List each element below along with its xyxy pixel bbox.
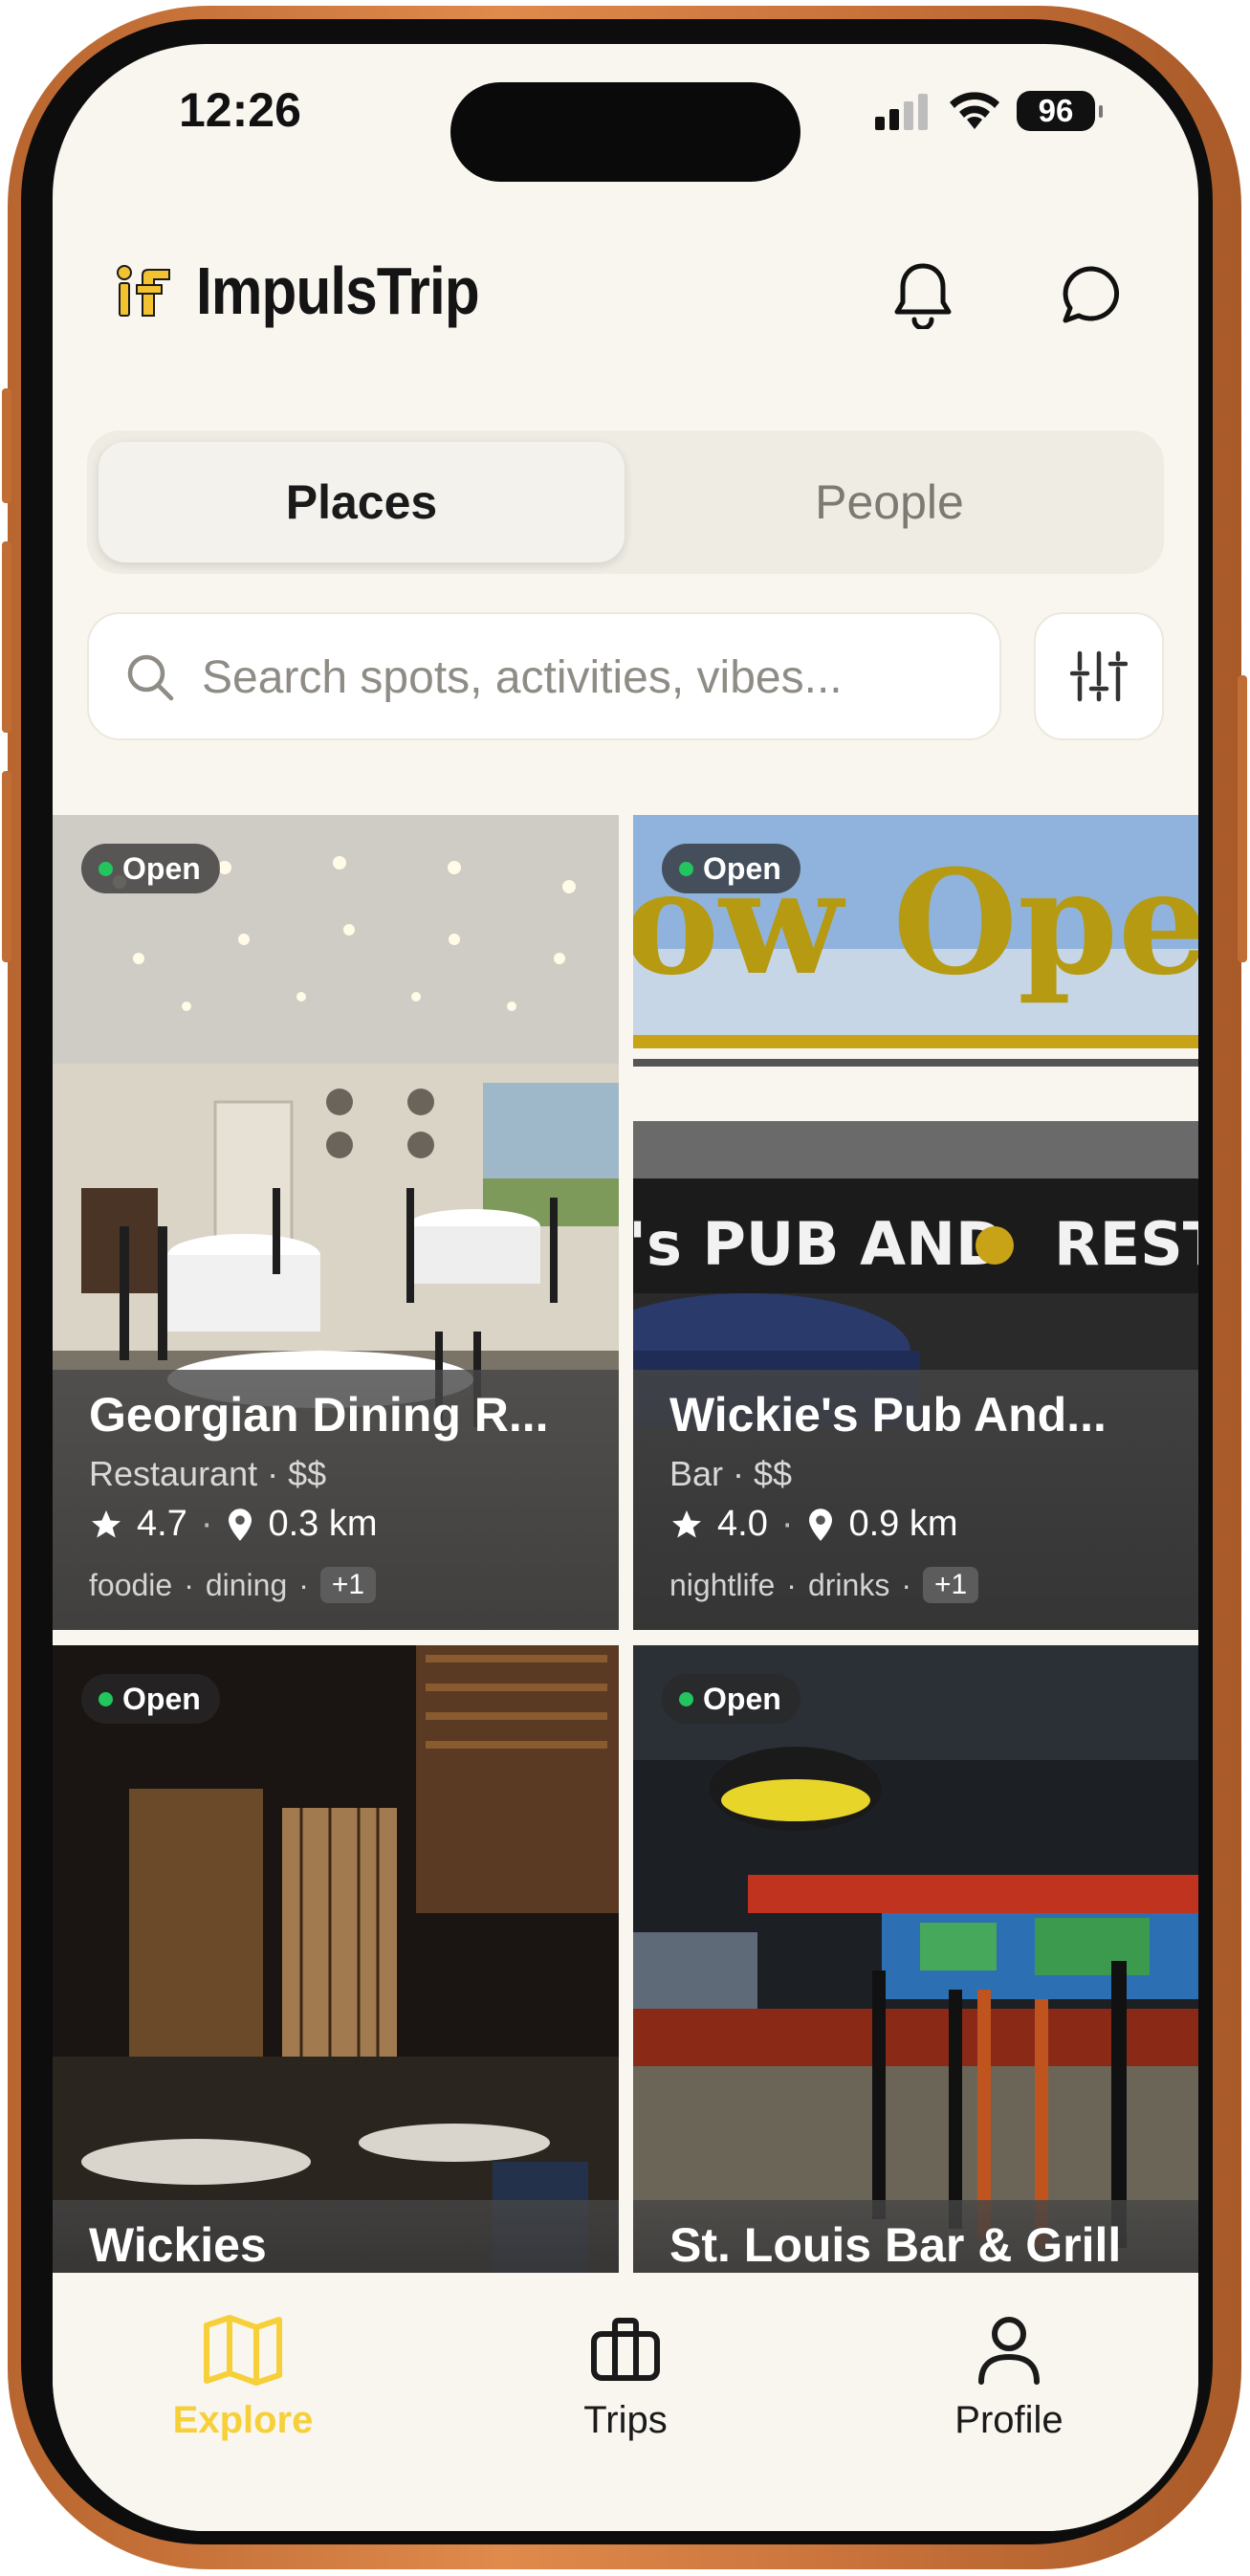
open-dot-icon	[679, 1691, 693, 1706]
tab-profile[interactable]: Profile	[866, 2307, 1152, 2442]
place-meta: 4.7 · 0.3 km	[89, 1504, 378, 1545]
place-name: Wickie's Pub And...	[669, 1388, 1107, 1442]
tab-places[interactable]: Places	[99, 442, 625, 562]
places-people-toggle: Places People	[87, 430, 1164, 574]
open-status-badge: Open	[81, 1674, 220, 1724]
open-status-badge: Open	[662, 1674, 800, 1724]
side-button	[1238, 675, 1247, 962]
bell-icon	[894, 263, 952, 329]
separator-dot: ·	[780, 1504, 794, 1544]
dynamic-island	[450, 82, 800, 182]
svg-text:'s PUB AND: 's PUB AND	[633, 1209, 1004, 1279]
notifications-button[interactable]	[885, 256, 961, 333]
tag: dining	[205, 1567, 288, 1602]
status-text: Open	[703, 1681, 781, 1716]
place-distance: 0.9 km	[848, 1504, 958, 1544]
search-icon	[127, 654, 174, 701]
open-dot-icon	[99, 861, 113, 876]
status-text: Open	[122, 1681, 201, 1716]
search-input[interactable]	[200, 643, 969, 712]
search-bar	[87, 612, 1001, 740]
svg-text:REST: REST	[1054, 1209, 1198, 1279]
open-dot-icon	[679, 861, 693, 876]
tag: nightlife	[669, 1567, 776, 1602]
status-text: Open	[122, 850, 201, 886]
battery-indicator: 96	[1017, 91, 1103, 131]
status-text: Open	[703, 850, 781, 886]
place-name: Georgian Dining R...	[89, 1388, 549, 1442]
open-dot-icon	[99, 1691, 113, 1706]
place-price: $$	[288, 1454, 327, 1493]
side-button	[2, 771, 11, 962]
place-card[interactable]: ow Ope 's PUB AND REST Open Wickie's Pub…	[633, 815, 1198, 1630]
place-distance: 0.3 km	[268, 1504, 378, 1544]
more-tags-badge: +1	[319, 1567, 377, 1603]
location-pin-icon	[229, 1508, 252, 1541]
place-photo	[633, 1645, 1198, 2280]
place-photo	[53, 1645, 619, 2280]
card-info-overlay: Wickies	[53, 2200, 619, 2280]
sliders-icon	[1070, 650, 1128, 702]
screen: 12:26 96 ImpulsTrip Places People Search…	[53, 44, 1198, 2531]
battery-level: 96	[1038, 93, 1074, 128]
open-status-badge: Open	[81, 844, 220, 893]
open-status-badge: Open	[662, 844, 800, 893]
place-tags: nightlife · drinks · +1	[669, 1567, 979, 1603]
place-card[interactable]: Open Georgian Dining R... Restaurant · $…	[53, 815, 619, 1630]
tag: drinks	[807, 1567, 890, 1602]
app-title: ImpulsTrip	[196, 253, 480, 328]
place-name: St. Louis Bar & Grill	[669, 2218, 1122, 2272]
star-icon	[92, 1509, 121, 1537]
chat-bubble-icon	[1063, 266, 1120, 323]
tab-explore[interactable]: Explore	[99, 2307, 386, 2442]
card-info-overlay: St. Louis Bar & Grill	[633, 2200, 1198, 2280]
more-tags-badge: +1	[922, 1567, 979, 1603]
card-info-overlay: Wickie's Pub And... Bar · $$ 4.0 · 0.9 k…	[633, 1370, 1198, 1630]
briefcase-icon	[591, 2318, 660, 2381]
cellular-signal-icon	[875, 94, 928, 130]
tag: foodie	[89, 1567, 173, 1602]
tab-people-label: People	[815, 475, 964, 529]
location-pin-icon	[809, 1508, 833, 1541]
separator-dot: ·	[200, 1504, 213, 1544]
star-icon	[672, 1509, 701, 1537]
tab-people[interactable]: People	[626, 442, 1152, 562]
side-button	[2, 541, 11, 733]
tab-trips-label: Trips	[583, 2399, 668, 2441]
place-category-price: Restaurant · $$	[89, 1454, 327, 1493]
place-price: $$	[754, 1454, 793, 1493]
map-icon	[204, 2315, 282, 2386]
place-meta: 4.0 · 0.9 km	[669, 1504, 958, 1545]
place-rating: 4.0	[717, 1504, 768, 1544]
status-icons: 96	[875, 88, 1103, 134]
logo-icon	[117, 265, 170, 317]
status-time: 12:26	[179, 83, 301, 137]
place-card[interactable]: Open Wickies	[53, 1645, 619, 2280]
bottom-tab-bar: Explore Trips Profile	[53, 2273, 1198, 2531]
place-category-price: Bar · $$	[669, 1454, 793, 1493]
messages-button[interactable]	[1053, 256, 1129, 333]
place-card[interactable]: Open St. Louis Bar & Grill	[633, 1645, 1198, 2280]
wifi-icon	[950, 92, 999, 129]
tab-places-label: Places	[285, 475, 438, 529]
filter-button[interactable]	[1034, 612, 1164, 740]
card-info-overlay: Georgian Dining R... Restaurant · $$ 4.7…	[53, 1370, 619, 1630]
side-button	[2, 388, 11, 503]
place-rating: 4.7	[137, 1504, 187, 1544]
tab-explore-label: Explore	[172, 2399, 314, 2441]
place-tags: foodie · dining · +1	[89, 1567, 377, 1603]
place-category: Restaurant	[89, 1454, 258, 1493]
place-name: Wickies	[89, 2218, 267, 2272]
tab-trips[interactable]: Trips	[482, 2307, 769, 2442]
person-icon	[978, 2317, 1040, 2385]
place-category: Bar	[669, 1454, 724, 1493]
tab-profile-label: Profile	[954, 2399, 1064, 2441]
